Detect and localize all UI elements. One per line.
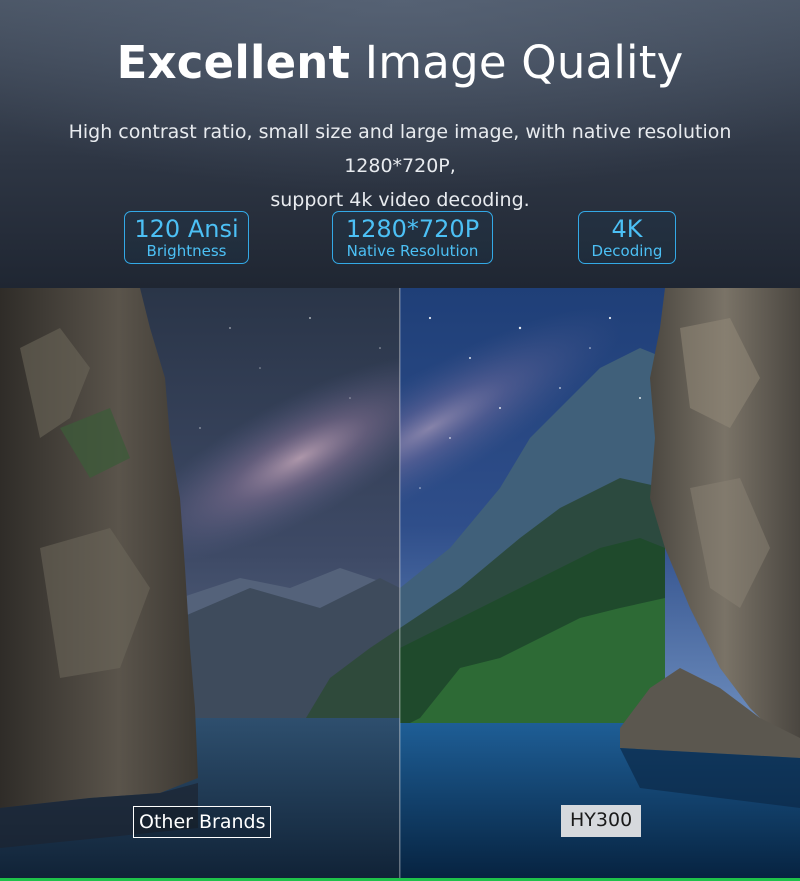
page-title: Excellent Image Quality [0, 34, 800, 92]
subtitle-line-1: High contrast ratio, small size and larg… [68, 121, 732, 177]
product-comparison-page: Excellent Image Quality High contrast ra… [0, 0, 800, 881]
badge-resolution: 1280*720P Native Resolution [332, 211, 493, 264]
badge-value: 1280*720P [345, 214, 480, 243]
badge-value: 4K [611, 214, 643, 243]
badge-decoding: 4K Decoding [578, 211, 676, 264]
badge-caption: Brightness [146, 241, 227, 260]
split-divider [399, 288, 401, 881]
label-other-brands: Other Brands [133, 806, 272, 838]
subtitle: High contrast ratio, small size and larg… [14, 115, 786, 217]
title-bold: Excellent [116, 36, 351, 89]
badge-caption: Decoding [591, 241, 663, 260]
comparison-image [0, 288, 800, 881]
header-section: Excellent Image Quality High contrast ra… [0, 0, 800, 288]
title-light: Image Quality [364, 36, 684, 89]
label-hy300: HY300 [561, 805, 642, 837]
canyon-landscape-illustration [0, 288, 800, 881]
badge-value: 120 Ansi [134, 214, 239, 243]
badge-caption: Native Resolution [346, 241, 479, 260]
badge-brightness: 120 Ansi Brightness [124, 211, 249, 264]
